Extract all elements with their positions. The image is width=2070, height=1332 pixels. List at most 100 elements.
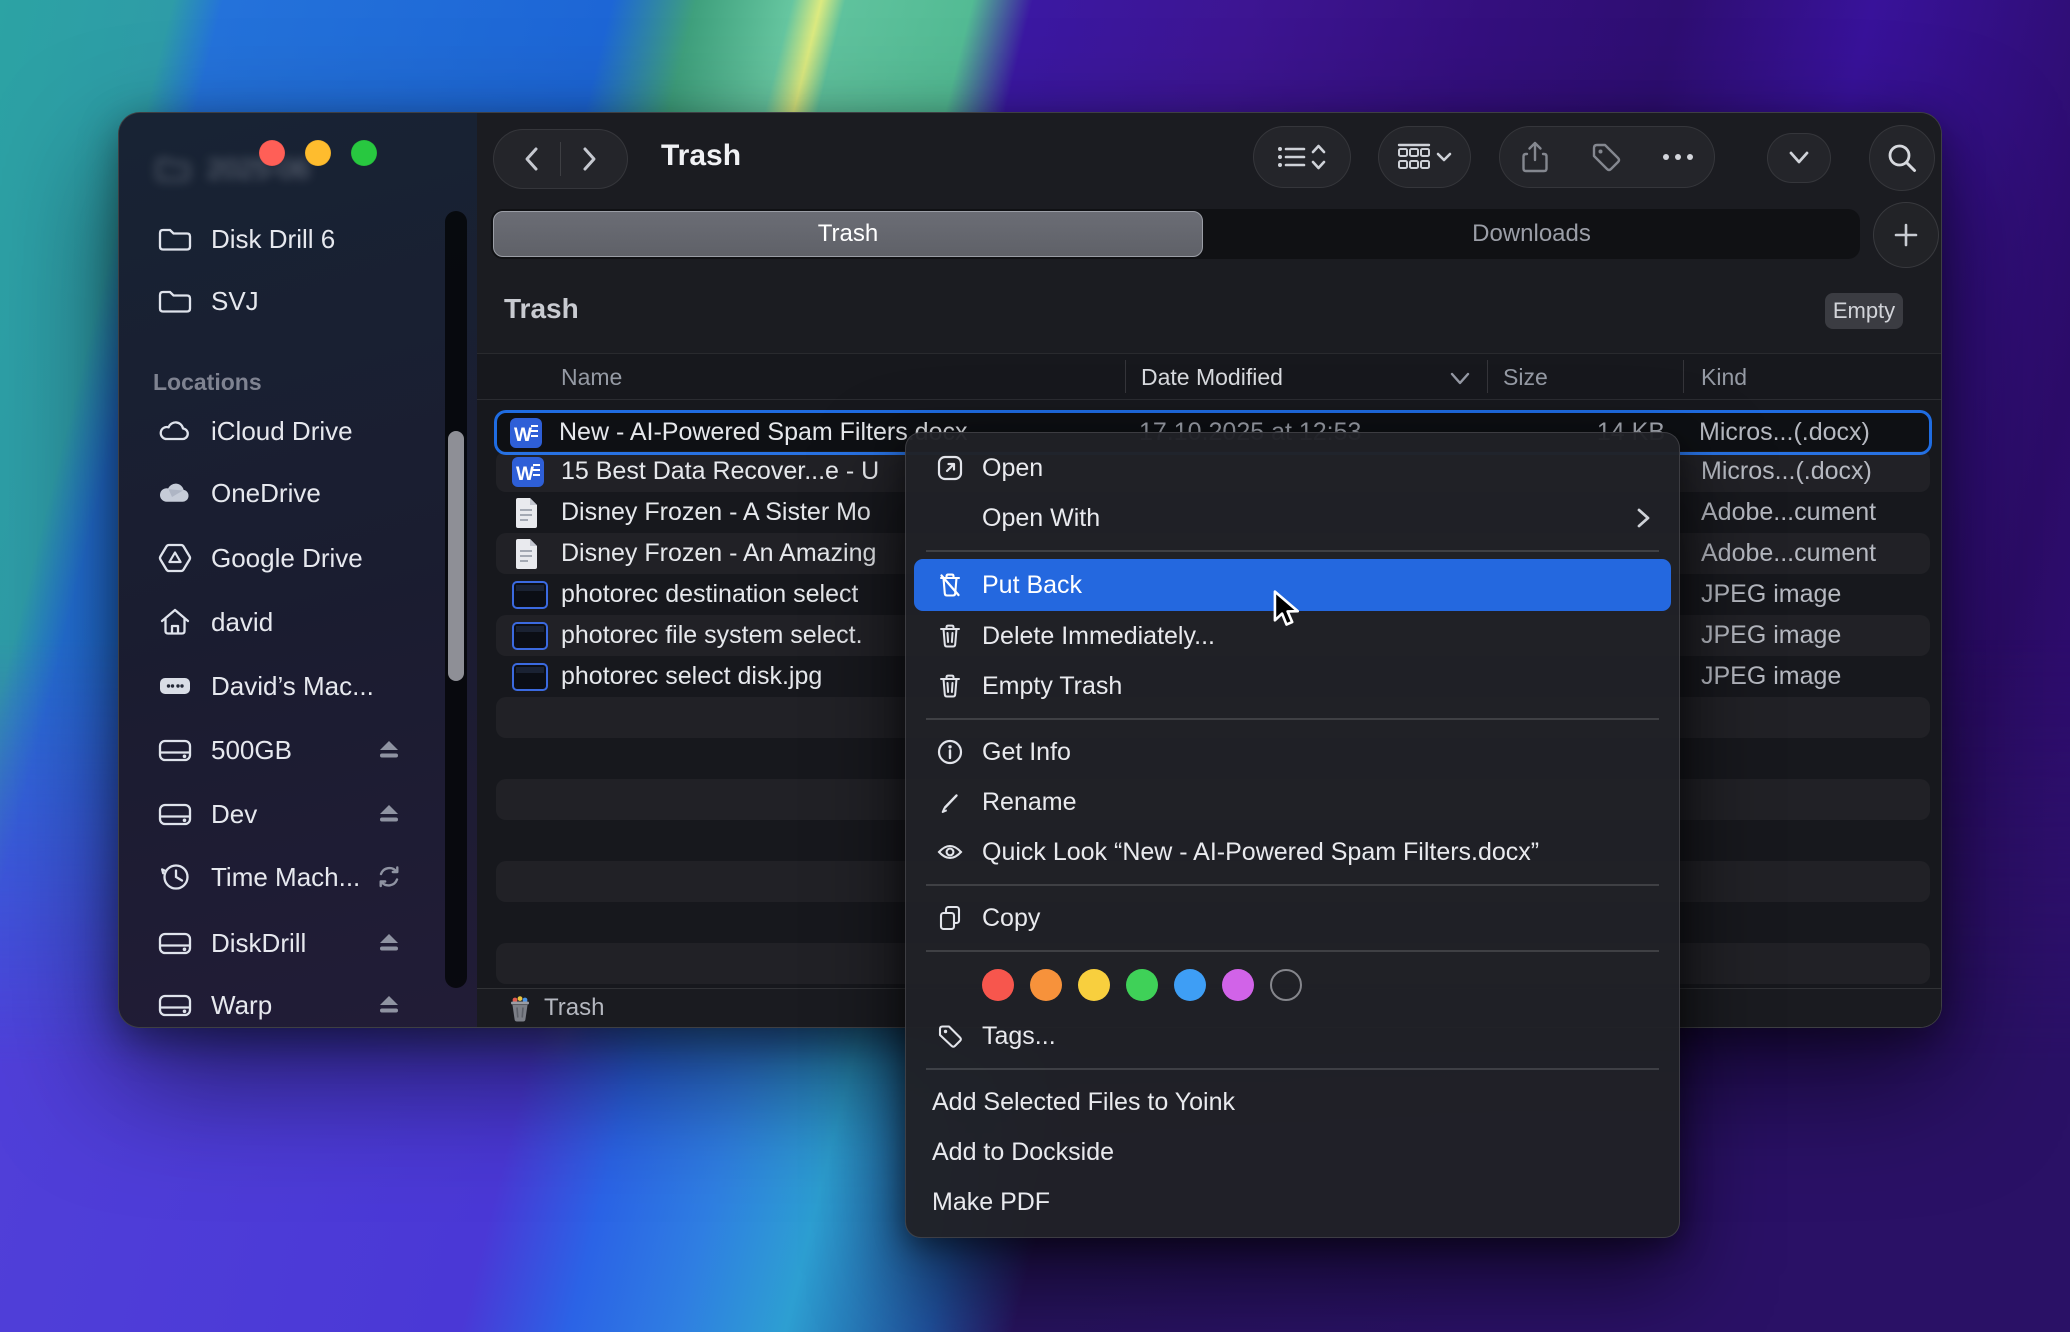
menu-separator	[926, 550, 1659, 552]
laptop-icon	[155, 671, 211, 701]
context-menu: Open Open With Put Back Delete Immediate…	[905, 432, 1680, 1238]
column-date-modified[interactable]: Date Modified	[1141, 364, 1283, 391]
menu-item-add-to-dockside[interactable]: Add to Dockside	[906, 1127, 1679, 1177]
menu-item-make-pdf[interactable]: Make PDF	[906, 1177, 1679, 1227]
forward-button[interactable]	[561, 144, 619, 174]
eject-icon[interactable]	[369, 993, 409, 1017]
hard-drive-icon	[155, 734, 211, 766]
trash-icon	[506, 993, 534, 1023]
sidebar-item-icloud-drive[interactable]: iCloud Drive	[119, 411, 477, 451]
tab-bar: Trash Downloads	[491, 209, 1860, 259]
sidebar-item-diskdrill[interactable]: DiskDrill	[119, 923, 477, 963]
document-file-icon	[511, 533, 541, 574]
sync-icon	[369, 862, 409, 892]
search-icon	[1885, 141, 1919, 175]
column-kind[interactable]: Kind	[1701, 364, 1747, 391]
hard-drive-icon	[155, 927, 211, 959]
sidebar: 2025-06 Disk Drill 6 SVJ Locations iClou…	[119, 113, 478, 1027]
onedrive-icon	[155, 477, 211, 509]
menu-item-tags[interactable]: Tags...	[906, 1011, 1679, 1061]
image-thumbnail-icon	[511, 656, 549, 697]
window-title: Trash	[661, 139, 741, 173]
eye-icon	[932, 837, 968, 867]
menu-item-copy[interactable]: Copy	[906, 893, 1679, 943]
menu-separator	[926, 1068, 1659, 1070]
empty-trash-button[interactable]: Empty	[1825, 293, 1903, 329]
list-view-sort-button[interactable]	[1253, 126, 1351, 188]
desktop-screen: 2025-06 Disk Drill 6 SVJ Locations iClou…	[0, 0, 2070, 1332]
document-file-icon	[511, 492, 541, 533]
menu-item-open-with[interactable]: Open With	[906, 493, 1679, 543]
hard-drive-icon	[155, 798, 211, 830]
tag-purple[interactable]	[1222, 969, 1254, 1001]
tag-yellow[interactable]	[1078, 969, 1110, 1001]
tag-orange[interactable]	[1030, 969, 1062, 1001]
sidebar-item-svj[interactable]: SVJ	[119, 281, 477, 321]
toolbar-overflow-chevron[interactable]	[1767, 133, 1831, 183]
menu-item-empty-trash[interactable]: Empty Trash	[906, 661, 1679, 711]
actions-group	[1499, 126, 1715, 188]
folder-icon	[153, 153, 193, 185]
tag-blue[interactable]	[1174, 969, 1206, 1001]
tab-downloads[interactable]: Downloads	[1203, 209, 1860, 259]
new-tab-button[interactable]	[1873, 202, 1939, 268]
copy-icon	[932, 903, 968, 933]
trash-icon	[932, 621, 968, 651]
sidebar-item-onedrive[interactable]: OneDrive	[119, 473, 477, 513]
tag-red[interactable]	[982, 969, 1014, 1001]
sidebar-item-disk-drill-6[interactable]: Disk Drill 6	[119, 219, 477, 259]
sidebar-item-davids-mac[interactable]: David’s Mac...	[119, 666, 477, 706]
chevron-down-icon	[1787, 150, 1811, 166]
eject-icon[interactable]	[369, 738, 409, 762]
svg-text:W: W	[514, 425, 532, 446]
sidebar-section-locations: Locations	[153, 369, 262, 396]
share-button[interactable]	[1518, 139, 1552, 175]
grid-view-icon	[1396, 141, 1454, 173]
svg-text:W: W	[516, 464, 534, 485]
word-file-icon: W	[509, 412, 543, 453]
navigation-buttons	[493, 129, 628, 189]
menu-separator	[926, 884, 1659, 886]
google-drive-icon	[155, 541, 211, 575]
column-headers: Name Date Modified Size Kind	[477, 354, 1941, 400]
menu-item-quick-look[interactable]: Quick Look “New - AI-Powered Spam Filter…	[906, 827, 1679, 877]
section-title: Trash	[504, 293, 579, 325]
column-name[interactable]: Name	[561, 364, 622, 391]
menu-item-open[interactable]: Open	[906, 443, 1679, 493]
open-app-icon	[932, 453, 968, 483]
sidebar-item-500gb[interactable]: 500GB	[119, 730, 477, 770]
sidebar-scrollbar[interactable]	[445, 211, 467, 988]
sort-chevron-icon	[1449, 372, 1471, 386]
plus-icon	[1892, 221, 1920, 249]
menu-item-add-to-yoink[interactable]: Add Selected Files to Yoink	[906, 1077, 1679, 1127]
eject-icon[interactable]	[369, 802, 409, 826]
more-options-button[interactable]	[1660, 151, 1696, 163]
trash-icon	[932, 671, 968, 701]
column-size[interactable]: Size	[1503, 364, 1548, 391]
zoom-window-button[interactable]	[351, 140, 377, 166]
cloud-icon	[155, 415, 211, 447]
status-bar-label: Trash	[544, 994, 604, 1022]
sidebar-item-dev[interactable]: Dev	[119, 794, 477, 834]
tags-button[interactable]	[1588, 139, 1624, 175]
info-icon	[932, 737, 968, 767]
tab-trash[interactable]: Trash	[493, 211, 1203, 257]
tag-none[interactable]	[1270, 969, 1302, 1001]
sidebar-item-google-drive[interactable]: Google Drive	[119, 538, 477, 578]
search-button[interactable]	[1869, 125, 1935, 191]
close-window-button[interactable]	[259, 140, 285, 166]
sidebar-scrollbar-thumb[interactable]	[448, 431, 464, 681]
menu-item-get-info[interactable]: Get Info	[906, 727, 1679, 777]
group-view-button[interactable]	[1378, 126, 1471, 188]
back-button[interactable]	[502, 144, 560, 174]
eject-icon[interactable]	[369, 931, 409, 955]
hard-drive-icon	[155, 989, 211, 1021]
sidebar-item-time-machine[interactable]: Time Mach...	[119, 857, 477, 897]
minimize-window-button[interactable]	[305, 140, 331, 166]
menu-item-rename[interactable]: Rename	[906, 777, 1679, 827]
tag-green[interactable]	[1126, 969, 1158, 1001]
sidebar-item-warp[interactable]: Warp	[119, 985, 477, 1025]
sidebar-item-david-home[interactable]: david	[119, 602, 477, 642]
background-window-title: 2025-06	[153, 153, 310, 185]
trash-slash-icon	[932, 570, 968, 600]
